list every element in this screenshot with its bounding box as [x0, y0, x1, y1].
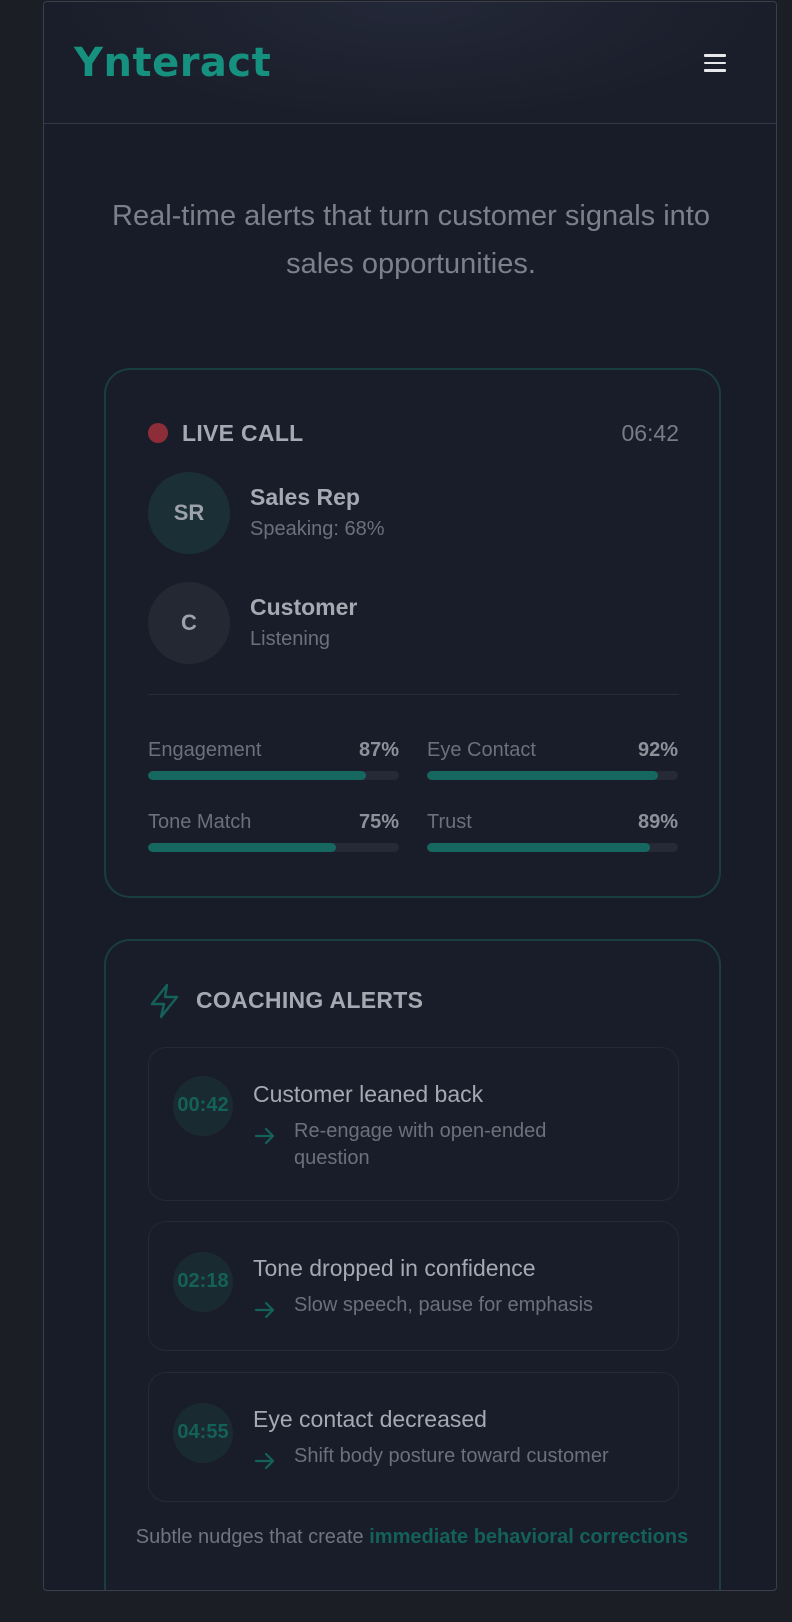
participant-sales-rep: SR Sales Rep Speaking: 68% [148, 472, 668, 556]
participant-status: Speaking: 68% [250, 518, 385, 540]
participant-customer: C Customer Listening [148, 582, 668, 666]
arrow-right-icon [254, 1127, 275, 1145]
alert-title: Eye contact decreased [253, 1406, 487, 1432]
live-call-card: LIVE CALL 06:42 SR Sales Rep Speaking: 6… [104, 368, 721, 898]
alert-action: Shift body posture toward customer [294, 1445, 609, 1467]
participant-status: Listening [250, 628, 331, 650]
metric-value: 89% [637, 811, 678, 833]
coaching-alerts-card: COACHING ALERTS 00:42 Customer leaned ba… [104, 939, 721, 1590]
avatar: SR [148, 472, 230, 554]
metric-bar [148, 843, 399, 852]
arrow-right-icon [254, 1452, 275, 1470]
metric-label: Eye Contact [427, 739, 536, 761]
metric-trust: Trust 89% [427, 811, 678, 852]
alert-time-badge: 04:55 [173, 1403, 233, 1463]
site-header: Ynteract [44, 2, 776, 124]
arrow-right-icon [254, 1301, 275, 1319]
metric-bar-fill [148, 771, 367, 780]
alert-timestamp: 04:55 [177, 1421, 229, 1443]
metric-tone-match: Tone Match 75% [148, 811, 399, 852]
avatar: C [148, 582, 230, 664]
hamburger-menu-icon[interactable] [702, 52, 728, 74]
divider [148, 694, 679, 695]
metric-eye-contact: Eye Contact 92% [427, 739, 678, 780]
alert-card[interactable]: 00:42 Customer leaned back Re-engage wit… [148, 1047, 679, 1201]
alert-card[interactable]: 04:55 Eye contact decreased Shift body p… [148, 1372, 679, 1502]
metric-value: 87% [358, 739, 399, 761]
footer-note-text: Subtle nudges that create [135, 1526, 370, 1548]
lightning-bolt-icon [150, 983, 179, 1019]
live-indicator-dot [148, 423, 168, 443]
alert-title: Tone dropped in confidence [253, 1255, 536, 1281]
metric-value: 75% [358, 811, 399, 833]
participant-name: Customer [250, 594, 358, 620]
metric-bar-fill [427, 771, 658, 780]
alert-timestamp: 00:42 [177, 1094, 229, 1116]
alert-card[interactable]: 02:18 Tone dropped in confidence Slow sp… [148, 1221, 679, 1351]
hero-tagline: Real-time alerts that turn customer sign… [112, 200, 710, 280]
coaching-alerts-title: COACHING ALERTS [196, 987, 424, 1013]
metric-bar-fill [427, 843, 651, 852]
alert-timestamp: 02:18 [177, 1270, 229, 1292]
live-call-header: LIVE CALL 06:42 [148, 418, 679, 448]
metric-engagement: Engagement 87% [148, 739, 399, 780]
footer-note-highlight: immediate behavioral corrections [369, 1526, 689, 1548]
metric-value: 92% [637, 739, 678, 761]
metric-label: Engagement [148, 739, 262, 761]
brand-logo[interactable]: Ynteract [74, 40, 271, 86]
call-timer: 06:42 [621, 420, 679, 446]
participant-name: Sales Rep [250, 484, 360, 510]
alert-title: Customer leaned back [253, 1081, 484, 1107]
alert-time-badge: 00:42 [173, 1076, 233, 1136]
metric-label: Trust [427, 811, 472, 833]
metric-bar-fill [148, 843, 337, 852]
alert-action: Re-engage with open-ended question [294, 1120, 547, 1169]
metric-bar [427, 843, 678, 852]
alert-action: Slow speech, pause for emphasis [294, 1294, 594, 1316]
metric-bar [427, 771, 678, 780]
app-frame: Ynteract Real-time alerts that turn cust… [43, 1, 777, 1591]
alert-time-badge: 02:18 [173, 1252, 233, 1312]
coaching-alerts-header: COACHING ALERTS [148, 983, 648, 1019]
metric-label: Tone Match [148, 811, 252, 833]
coaching-footer-note: Subtle nudges that create immediate beha… [132, 1524, 692, 1551]
metric-bar [148, 771, 399, 780]
live-call-label: LIVE CALL [182, 420, 304, 446]
